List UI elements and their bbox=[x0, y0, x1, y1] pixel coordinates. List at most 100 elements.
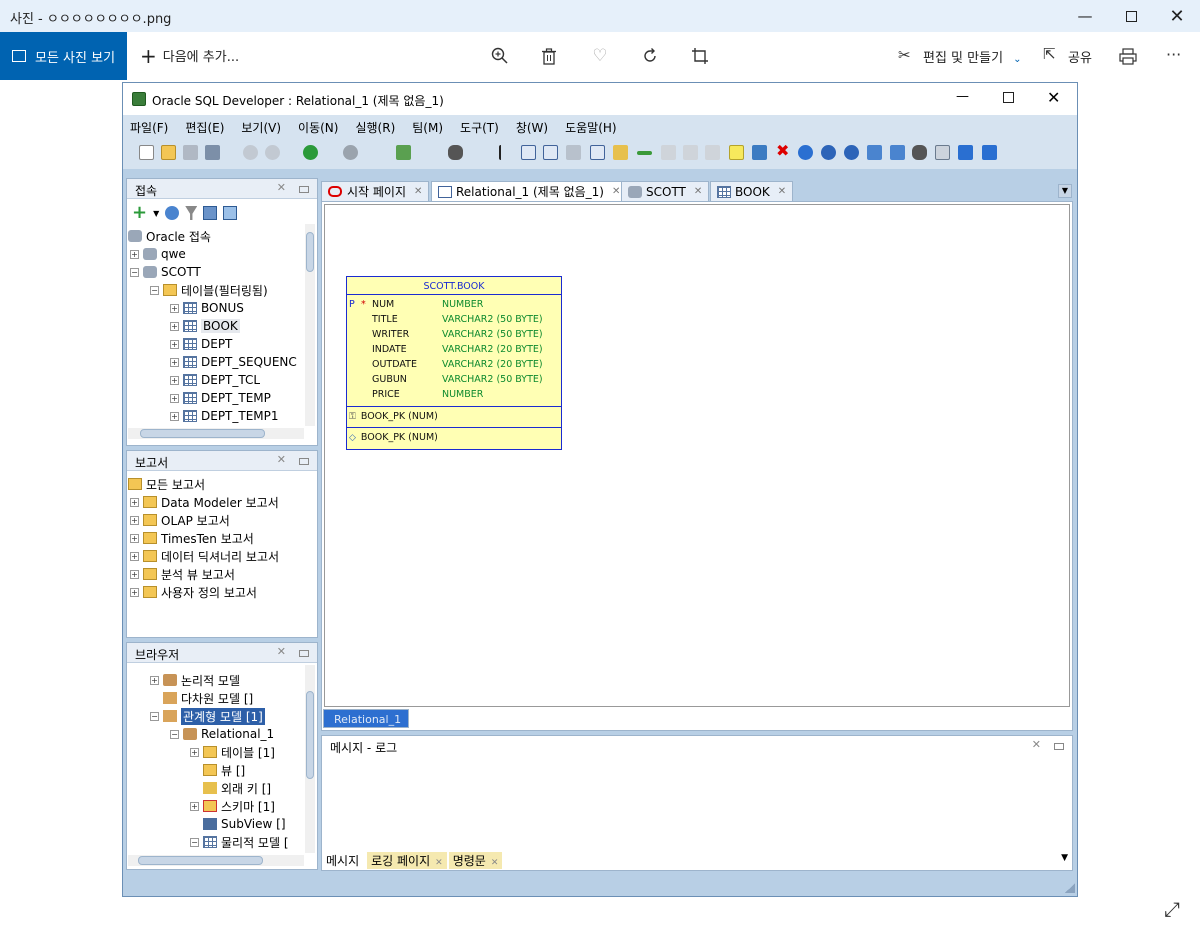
zoom-in-icon[interactable] bbox=[821, 145, 836, 160]
arrow-left-blue-icon[interactable] bbox=[958, 145, 973, 160]
log-tab-messages[interactable]: 메시지 bbox=[322, 852, 367, 869]
expand-icon[interactable]: + bbox=[170, 411, 179, 421]
expand-icon[interactable]: + bbox=[130, 497, 139, 507]
sql-connection-icon[interactable] bbox=[396, 145, 411, 160]
tree-rel-views[interactable]: 뷰 [] bbox=[203, 761, 245, 779]
tree-tables-folder[interactable]: − 테이블(필터링됨) bbox=[150, 281, 268, 299]
tree-oracle-connections[interactable]: Oracle 접속 bbox=[128, 227, 211, 245]
arrow-link-icon[interactable] bbox=[637, 151, 652, 155]
expand-icon[interactable]: + bbox=[170, 393, 179, 403]
print-icon[interactable] bbox=[1115, 44, 1141, 68]
log-tab-statements[interactable]: 명령문 ✕ bbox=[448, 851, 503, 869]
properties-icon[interactable] bbox=[935, 145, 950, 160]
menu-navigate[interactable]: 이동(N) bbox=[298, 119, 338, 137]
close-tab-icon[interactable]: ✕ bbox=[491, 858, 499, 868]
expand-icon[interactable]: + bbox=[130, 551, 139, 561]
binoculars-icon[interactable] bbox=[448, 145, 463, 160]
filter-icon[interactable] bbox=[185, 206, 198, 220]
collapse-node-icon[interactable]: − bbox=[150, 711, 159, 721]
minimize-panel-icon[interactable] bbox=[299, 458, 309, 465]
tree-relational-1[interactable]: − Relational_1 bbox=[170, 725, 274, 743]
new-view-icon[interactable] bbox=[543, 145, 558, 160]
redo-icon[interactable] bbox=[265, 145, 280, 160]
expand-icon[interactable]: + bbox=[170, 321, 179, 331]
menu-window[interactable]: 창(W) bbox=[516, 119, 548, 137]
expand-icon[interactable]: + bbox=[170, 303, 179, 313]
tree-report-user-defined[interactable]: + 사용자 정의 보고서 bbox=[130, 583, 257, 601]
tree-rel-schemas[interactable]: + 스키마 [1] bbox=[190, 797, 275, 815]
tree-table-book[interactable]: + BOOK bbox=[170, 317, 240, 335]
split-table-icon[interactable] bbox=[566, 145, 581, 160]
expand-icon[interactable]: + bbox=[190, 747, 199, 757]
tree-all-reports[interactable]: 모든 보고서 bbox=[128, 475, 205, 493]
diagram-tab-relational-1[interactable]: Relational_1 bbox=[323, 709, 409, 728]
close-tab-icon[interactable]: ✕ bbox=[612, 186, 620, 197]
edit-create-button[interactable]: 편집 및 만들기 ⌄ bbox=[923, 47, 1022, 66]
collapse-node-icon[interactable]: − bbox=[170, 729, 179, 739]
dropdown-arrow-icon[interactable]: ▼ bbox=[153, 209, 159, 218]
tree-report-analytic-view[interactable]: + 분석 뷰 보고서 bbox=[130, 565, 235, 583]
tree-report-data-dictionary[interactable]: + 데이터 딕셔너리 보고서 bbox=[130, 547, 279, 565]
tree-report-olap[interactable]: + OLAP 보고서 bbox=[130, 511, 230, 529]
tree-rel-foreign-keys[interactable]: 외래 키 [] bbox=[203, 779, 271, 797]
fit-left-icon[interactable] bbox=[798, 145, 813, 160]
close-tab-icon[interactable]: ✕ bbox=[694, 186, 702, 197]
tree-connection-qwe[interactable]: + qwe bbox=[130, 245, 186, 263]
expand-icon[interactable]: + bbox=[130, 515, 139, 525]
tree-table-dept-tcl[interactable]: + DEPT_TCL bbox=[170, 371, 260, 389]
delete-icon[interactable] bbox=[536, 44, 562, 68]
collapse-icon[interactable] bbox=[223, 206, 238, 220]
entity-scott-book[interactable]: SCOTT.BOOK P * NUM NUMBER TITLE VARCHAR2 (5… bbox=[346, 276, 562, 450]
favorite-heart-icon[interactable]: ♡ bbox=[587, 44, 613, 68]
tree-rel-physical-model[interactable]: − 물리적 모델 [ bbox=[190, 833, 289, 851]
crop-icon[interactable] bbox=[687, 44, 713, 68]
collapse-node-icon[interactable]: − bbox=[150, 285, 159, 295]
share-button[interactable]: 공유 bbox=[1068, 47, 1092, 66]
tree-table-dept-temp1[interactable]: + DEPT_TEMP1 bbox=[170, 407, 279, 425]
tree-connection-scott[interactable]: − SCOTT bbox=[130, 263, 201, 281]
save-all-icon[interactable] bbox=[205, 145, 220, 160]
note-icon[interactable] bbox=[729, 145, 744, 160]
tree-table-dept-temp[interactable]: + DEPT_TEMP bbox=[170, 389, 271, 407]
expand-icon[interactable]: + bbox=[170, 339, 179, 349]
close-tab-icon[interactable]: ✕ bbox=[435, 858, 443, 868]
add-to-button[interactable]: + 다음에 추가... bbox=[140, 46, 239, 66]
open-icon[interactable] bbox=[161, 145, 176, 160]
close-button[interactable]: ✕ bbox=[1154, 0, 1200, 32]
minimize-panel-icon[interactable] bbox=[299, 186, 309, 193]
tab-relational-1[interactable]: Relational_1 (제목 없음_1) ✕ bbox=[431, 181, 628, 201]
close-icon[interactable]: ✕ bbox=[277, 453, 286, 466]
find-icon[interactable] bbox=[912, 145, 927, 160]
close-icon[interactable]: ✕ bbox=[1032, 738, 1041, 751]
minimize-panel-icon[interactable] bbox=[1054, 743, 1064, 750]
expand-icon[interactable]: + bbox=[170, 375, 179, 385]
fullscreen-expand-icon[interactable]: ⤢ bbox=[1164, 897, 1180, 921]
sqld-close-button[interactable]: ✕ bbox=[1047, 88, 1060, 107]
expand-icon[interactable]: + bbox=[130, 569, 139, 579]
sqld-maximize-button[interactable] bbox=[1003, 92, 1014, 103]
undo-icon[interactable] bbox=[243, 145, 258, 160]
browser-hscroll[interactable] bbox=[128, 855, 304, 866]
log-tab-dropdown-icon[interactable]: ▼ bbox=[1061, 853, 1068, 863]
expand-icon[interactable]: + bbox=[130, 587, 139, 597]
scroll-thumb[interactable] bbox=[140, 429, 265, 438]
more-options-button[interactable]: ··· bbox=[1166, 45, 1181, 64]
close-icon[interactable]: ✕ bbox=[277, 645, 286, 658]
minimize-button[interactable]: — bbox=[1062, 0, 1108, 32]
tab-start-page[interactable]: 시작 페이지 ✕ bbox=[321, 181, 430, 201]
close-icon[interactable]: ✕ bbox=[277, 181, 286, 194]
layout-icon[interactable] bbox=[890, 145, 905, 160]
scroll-thumb[interactable] bbox=[306, 232, 314, 272]
tab-book[interactable]: BOOK ✕ bbox=[710, 181, 794, 201]
merge-table-icon[interactable] bbox=[590, 145, 605, 160]
tab-scott[interactable]: SCOTT ✕ bbox=[621, 181, 710, 201]
arrow-right-blue-icon[interactable] bbox=[982, 145, 997, 160]
tree-report-data-modeler[interactable]: + Data Modeler 보고서 bbox=[130, 493, 279, 511]
tree-rel-tables[interactable]: + 테이블 [1] bbox=[190, 743, 275, 761]
expand-icon[interactable]: + bbox=[130, 249, 139, 259]
fit-screen-icon[interactable] bbox=[867, 145, 882, 160]
connections-hscroll[interactable] bbox=[128, 428, 304, 439]
resize-grip-icon[interactable] bbox=[1065, 883, 1075, 893]
back-icon[interactable] bbox=[303, 145, 318, 160]
menu-help[interactable]: 도움말(H) bbox=[565, 119, 617, 137]
